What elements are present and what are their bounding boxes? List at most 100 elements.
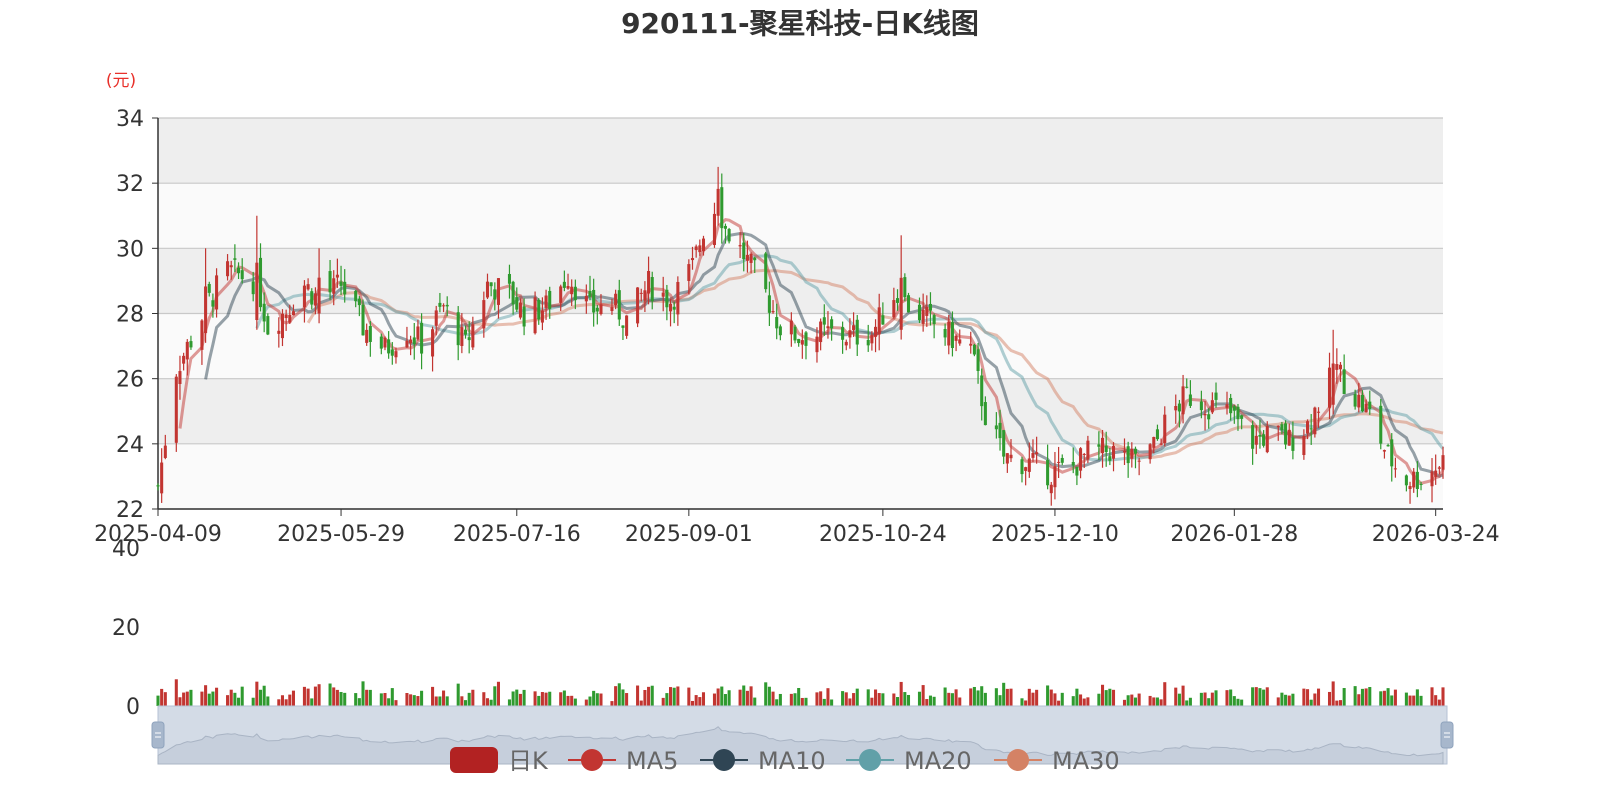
volume-bar [1434, 695, 1438, 706]
volume-bar [1159, 699, 1163, 706]
candle-body [665, 289, 669, 308]
volume-bar [1415, 689, 1419, 706]
candle-body [160, 462, 164, 494]
candle-body [921, 309, 925, 324]
candle-body [361, 304, 365, 336]
volume-bar [815, 692, 819, 706]
volume-bar [881, 693, 885, 706]
candle-body [950, 322, 954, 349]
candle-body [1232, 406, 1236, 411]
legend-label[interactable]: 日K [508, 747, 549, 775]
volume-bar [1020, 698, 1024, 706]
candle-body [1185, 386, 1189, 388]
candle-body [690, 258, 695, 261]
candle-body [185, 341, 189, 360]
candle-body [570, 286, 574, 295]
volume-bar [493, 686, 497, 706]
candle-body [614, 293, 618, 306]
volume-bar [1174, 687, 1178, 706]
volume-bar [1155, 697, 1159, 706]
candle-body [1404, 475, 1408, 486]
candle-body [1419, 484, 1423, 486]
candle-body [994, 425, 998, 430]
volume-bar [584, 699, 588, 706]
legend-marker-ma20[interactable] [859, 749, 881, 771]
volume-bar [511, 691, 515, 706]
legend-marker-kline[interactable] [450, 747, 498, 773]
volume-tick-label: 0 [126, 695, 140, 720]
candle-body [1203, 413, 1207, 416]
volume-bar [1199, 692, 1203, 706]
volume-bar [639, 700, 643, 706]
candle-body [643, 290, 647, 301]
volume-bar [559, 692, 563, 706]
volume-bar [1331, 681, 1335, 706]
candle-body [800, 340, 804, 345]
candle-body [1327, 367, 1332, 408]
candle-body [229, 265, 233, 268]
legend-marker-ma5[interactable] [581, 749, 603, 771]
volume-bar [1335, 700, 1339, 706]
volume-bar [240, 686, 244, 706]
legend-marker-ma30[interactable] [1007, 749, 1029, 771]
volume-bar [764, 682, 768, 706]
candle-body [1364, 403, 1368, 413]
volume-bar [614, 686, 618, 706]
candle-body [163, 445, 167, 458]
candle-body [1111, 445, 1116, 459]
volume-bar [1111, 689, 1116, 706]
candle-body [1108, 456, 1112, 461]
candle-body [1313, 407, 1317, 435]
volume-bar [621, 689, 625, 706]
volume-bar [588, 696, 592, 706]
volume-tick-label: 40 [112, 537, 140, 562]
chart-title: 920111-聚星科技-日K线图 [621, 7, 979, 40]
volume-bar [251, 697, 255, 706]
volume-bar [877, 693, 881, 706]
chart-canvas: 920111-聚星科技-日K线图 (元) 22 24 26 28 30 32 34 2025-… [94, 7, 1500, 775]
candle-body [1316, 411, 1321, 413]
volume-bar [335, 689, 339, 706]
slider-handle-left[interactable] [151, 721, 165, 749]
legend-label[interactable]: MA30 [1052, 747, 1120, 775]
volume-bar [163, 692, 167, 706]
volume-bar [1086, 697, 1090, 706]
volume-bar [921, 685, 925, 706]
volume-bar [1419, 695, 1423, 706]
volume-bar [1232, 696, 1236, 706]
volume-bar [189, 689, 193, 706]
volume-bar [1148, 695, 1152, 706]
volume-bar [870, 697, 874, 706]
candle-body [804, 332, 808, 346]
candle-body [1035, 452, 1039, 455]
volume-bar [1225, 690, 1229, 706]
volume-bar [595, 693, 599, 706]
candle-body [1393, 468, 1397, 470]
volume-bar [1002, 682, 1006, 706]
candle-body [1097, 444, 1101, 447]
candle-body [830, 319, 834, 329]
slider-handle-right[interactable] [1440, 721, 1454, 749]
volume-bar [1386, 688, 1390, 706]
legend-label[interactable]: MA10 [758, 747, 826, 775]
volume-bar [1291, 693, 1295, 706]
volume-bar [947, 692, 951, 706]
candle-body [969, 343, 973, 346]
candle-body [237, 267, 241, 274]
candle-body [844, 341, 848, 346]
volume-bar [800, 697, 804, 706]
legend-marker-ma10[interactable] [713, 749, 735, 771]
volume-bar [485, 698, 490, 706]
legend-label[interactable]: MA5 [626, 747, 678, 775]
candle-body [778, 326, 782, 336]
candle-body [793, 326, 797, 341]
volume-bar [1024, 700, 1028, 706]
volume-bar [874, 689, 878, 706]
volume-bar [1101, 684, 1105, 706]
volume-bar [1031, 692, 1035, 706]
legend-label[interactable]: MA20 [904, 747, 972, 775]
candle-body [947, 321, 951, 346]
volume-bar [237, 697, 241, 706]
candle-body [365, 329, 369, 343]
candle-body [1338, 364, 1343, 370]
